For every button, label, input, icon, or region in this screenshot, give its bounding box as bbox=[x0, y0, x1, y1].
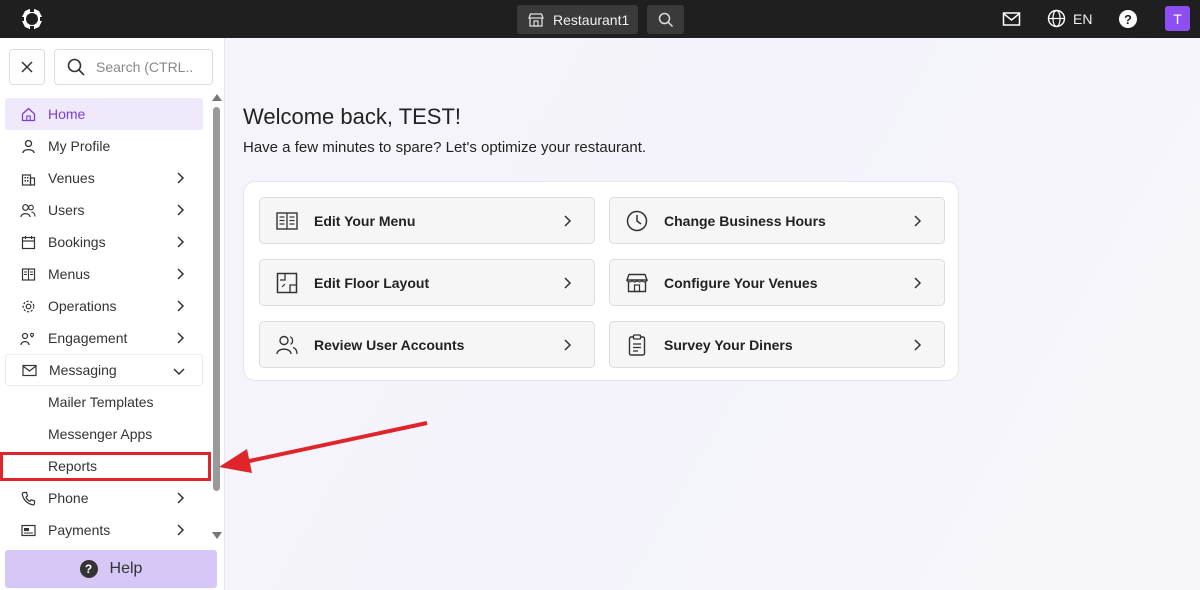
chevron-right-icon bbox=[564, 277, 572, 289]
sidebar-item-engagement[interactable]: Engagement bbox=[5, 322, 203, 354]
scroll-up-arrow[interactable] bbox=[212, 94, 222, 101]
chevron-right-icon bbox=[177, 492, 185, 504]
scroll-down-arrow[interactable] bbox=[212, 532, 222, 539]
clipboard-icon bbox=[626, 333, 648, 356]
sidebar-item-label: Messenger Apps bbox=[48, 426, 153, 442]
sidebar-scrollbar-thumb[interactable] bbox=[213, 107, 220, 491]
chevron-right-icon bbox=[177, 172, 185, 184]
chevron-right-icon bbox=[177, 300, 185, 312]
action-label: Review User Accounts bbox=[314, 336, 465, 353]
chevron-right-icon bbox=[177, 332, 185, 344]
language-selector[interactable]: EN bbox=[1073, 11, 1092, 27]
action-label: Configure Your Venues bbox=[664, 274, 818, 291]
chevron-right-icon bbox=[914, 339, 922, 351]
edit-menu-button[interactable]: Edit Your Menu bbox=[259, 197, 595, 244]
users-icon bbox=[20, 202, 36, 218]
payments-icon bbox=[20, 522, 36, 538]
avatar[interactable]: T bbox=[1165, 6, 1190, 31]
survey-diners-button[interactable]: Survey Your Diners bbox=[609, 321, 945, 368]
close-sidebar-button[interactable] bbox=[9, 49, 45, 85]
review-user-accounts-button[interactable]: Review User Accounts bbox=[259, 321, 595, 368]
help-label: Help bbox=[109, 560, 143, 577]
sidebar-item-operations[interactable]: Operations bbox=[5, 290, 203, 322]
sidebar-item-users[interactable]: Users bbox=[5, 194, 203, 226]
sidebar-item-payments[interactable]: Payments bbox=[5, 514, 203, 546]
user-icon bbox=[20, 138, 36, 154]
storefront-icon bbox=[626, 272, 648, 294]
chevron-right-icon bbox=[177, 268, 185, 280]
search-icon bbox=[658, 12, 673, 27]
menu-book-icon bbox=[20, 266, 36, 282]
sidebar-item-venues[interactable]: Venues bbox=[5, 162, 203, 194]
sidebar-item-mailer-templates[interactable]: Mailer Templates bbox=[5, 386, 203, 418]
sidebar-item-label: Home bbox=[48, 106, 86, 122]
page-subtitle: Have a few minutes to spare? Let's optim… bbox=[243, 139, 647, 156]
sidebar-item-label: Engagement bbox=[48, 330, 128, 346]
sidebar-item-label: Bookings bbox=[48, 234, 106, 250]
quick-actions-panel: Edit Your Menu Change Business Hours Edi… bbox=[243, 181, 959, 381]
clock-icon bbox=[626, 210, 648, 232]
sidebar-item-label: Payments bbox=[48, 522, 111, 538]
gear-icon bbox=[20, 298, 36, 314]
chevron-right-icon bbox=[564, 215, 572, 227]
sidebar-item-phone[interactable]: Phone bbox=[5, 482, 203, 514]
sidebar-item-messenger-apps[interactable]: Messenger Apps bbox=[5, 418, 203, 450]
page-title: Welcome back, TEST! bbox=[243, 104, 462, 129]
help-button[interactable]: ? Help bbox=[5, 550, 217, 588]
globe-icon[interactable] bbox=[1047, 9, 1066, 28]
floor-layout-icon bbox=[276, 272, 298, 294]
venue-name: Restaurant1 bbox=[553, 11, 630, 28]
sidebar-item-label: Venues bbox=[48, 170, 95, 186]
top-bar: Restaurant1 EN ? T bbox=[0, 0, 1200, 38]
chevron-right-icon bbox=[177, 524, 185, 536]
mail-icon[interactable] bbox=[1002, 10, 1021, 28]
sidebar-item-label: Messaging bbox=[49, 362, 117, 378]
help-icon: ? bbox=[79, 560, 98, 578]
reports-highlight-box bbox=[0, 452, 211, 481]
sidebar-item-label: My Profile bbox=[48, 138, 111, 154]
sidebar-search[interactable] bbox=[54, 49, 213, 85]
sidebar-item-label: Phone bbox=[48, 490, 89, 506]
storefront-icon bbox=[528, 12, 544, 27]
chevron-right-icon bbox=[564, 339, 572, 351]
configure-venues-button[interactable]: Configure Your Venues bbox=[609, 259, 945, 306]
home-icon bbox=[20, 106, 36, 122]
sidebar-search-input[interactable] bbox=[96, 59, 192, 75]
sidebar-item-my-profile[interactable]: My Profile bbox=[5, 130, 203, 162]
sidebar-item-label: Users bbox=[48, 202, 85, 218]
action-label: Survey Your Diners bbox=[664, 336, 793, 353]
search-icon bbox=[67, 58, 85, 76]
sidebar-item-label: Mailer Templates bbox=[48, 394, 154, 410]
engagement-icon bbox=[20, 330, 36, 346]
chevron-right-icon bbox=[914, 215, 922, 227]
chevron-right-icon bbox=[177, 204, 185, 216]
sidebar-item-bookings[interactable]: Bookings bbox=[5, 226, 203, 258]
global-search-button[interactable] bbox=[647, 5, 684, 34]
action-label: Change Business Hours bbox=[664, 212, 826, 229]
close-icon bbox=[21, 61, 33, 73]
sidebar-item-menus[interactable]: Menus bbox=[5, 258, 203, 290]
main-content: Welcome back, TEST! Have a few minutes t… bbox=[225, 38, 1200, 590]
app-logo[interactable] bbox=[19, 7, 45, 31]
edit-floor-layout-button[interactable]: Edit Floor Layout bbox=[259, 259, 595, 306]
chevron-right-icon bbox=[177, 236, 185, 248]
sidebar: Home My Profile Venues Users B bbox=[0, 38, 225, 590]
calendar-icon bbox=[20, 234, 36, 250]
sidebar-item-label: Operations bbox=[48, 298, 117, 314]
venue-selector-button[interactable]: Restaurant1 bbox=[517, 5, 638, 34]
change-business-hours-button[interactable]: Change Business Hours bbox=[609, 197, 945, 244]
chevron-right-icon bbox=[914, 277, 922, 289]
building-icon bbox=[20, 170, 36, 186]
action-label: Edit Floor Layout bbox=[314, 274, 430, 291]
sidebar-item-messaging[interactable]: Messaging bbox=[5, 354, 203, 386]
phone-icon bbox=[20, 490, 36, 506]
menu-book-icon bbox=[276, 210, 298, 232]
sidebar-item-home[interactable]: Home bbox=[5, 98, 203, 130]
users-icon bbox=[276, 334, 298, 356]
sidebar-item-label: Menus bbox=[48, 266, 91, 282]
help-icon[interactable]: ? bbox=[1119, 10, 1137, 28]
mail-icon bbox=[21, 362, 37, 378]
chevron-down-icon bbox=[173, 368, 185, 376]
action-label: Edit Your Menu bbox=[314, 212, 416, 229]
